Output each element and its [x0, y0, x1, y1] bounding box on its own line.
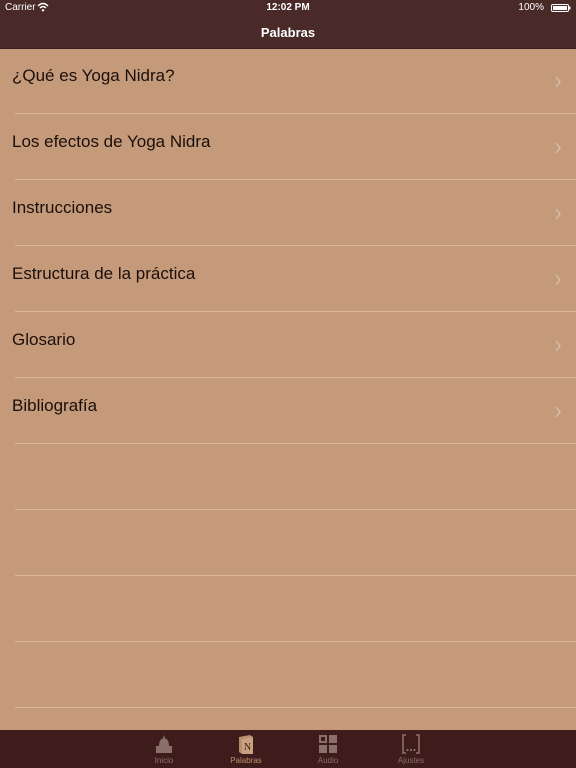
- page-title: Palabras: [260, 25, 316, 40]
- svg-text:N: N: [244, 742, 251, 753]
- list-item-glosario[interactable]: Glosario: [0, 312, 576, 378]
- tab-audio[interactable]: Audio: [298, 730, 358, 768]
- list-item-que-es-yoga-nidra[interactable]: ¿Qué es Yoga Nidra?: [0, 48, 576, 114]
- brackets-icon: [402, 734, 420, 754]
- empty-row: [0, 444, 576, 510]
- list-item-label: ¿Qué es Yoga Nidra?: [12, 66, 175, 85]
- list-item-efectos[interactable]: Los efectos de Yoga Nidra: [0, 114, 576, 180]
- chevron-right-icon: [555, 208, 561, 220]
- list-item-bibliografia[interactable]: Bibliografía: [0, 378, 576, 444]
- list-item-instrucciones[interactable]: Instrucciones: [0, 180, 576, 246]
- book-icon: N: [239, 735, 253, 754]
- chevron-right-icon: [555, 274, 561, 286]
- tab-ajustes[interactable]: Ajustes: [381, 730, 441, 768]
- list-item-label: Los efectos de Yoga Nidra: [12, 132, 211, 151]
- tab-inicio[interactable]: Inicio: [134, 730, 194, 768]
- empty-row: [0, 642, 576, 708]
- tab-bar: Inicio N Palabras Audio Ajustes: [0, 730, 576, 768]
- tab-label: Ajustes: [397, 756, 425, 765]
- chevron-right-icon: [555, 76, 561, 88]
- list-item-label: Instrucciones: [12, 198, 113, 217]
- topics-list: ¿Qué es Yoga Nidra? Los efectos de Yoga …: [0, 48, 576, 730]
- empty-row: [0, 510, 576, 576]
- navigation-bar: Palabras: [0, 16, 576, 49]
- tab-palabras[interactable]: N Palabras: [216, 730, 276, 768]
- list-item-estructura[interactable]: Estructura de la práctica: [0, 246, 576, 312]
- list-item-label: Glosario: [12, 330, 76, 349]
- battery-icon: [551, 4, 571, 12]
- status-bar: Carrier 12:02 PM 100%: [0, 0, 576, 16]
- grid-icon: [319, 735, 337, 753]
- empty-row: [0, 576, 576, 642]
- list-item-label: Estructura de la práctica: [12, 264, 196, 283]
- list-item-label: Bibliografía: [12, 396, 98, 415]
- chevron-right-icon: [555, 142, 561, 154]
- clock: 12:02 PM: [266, 2, 310, 13]
- tab-label: Inicio: [154, 756, 174, 765]
- tab-label: Audio: [317, 756, 339, 765]
- battery-percent: 100%: [518, 2, 544, 13]
- tab-label: Palabras: [230, 756, 262, 765]
- chevron-right-icon: [555, 406, 561, 418]
- temple-icon: [156, 735, 172, 753]
- empty-row: [0, 708, 576, 730]
- chevron-right-icon: [555, 340, 561, 352]
